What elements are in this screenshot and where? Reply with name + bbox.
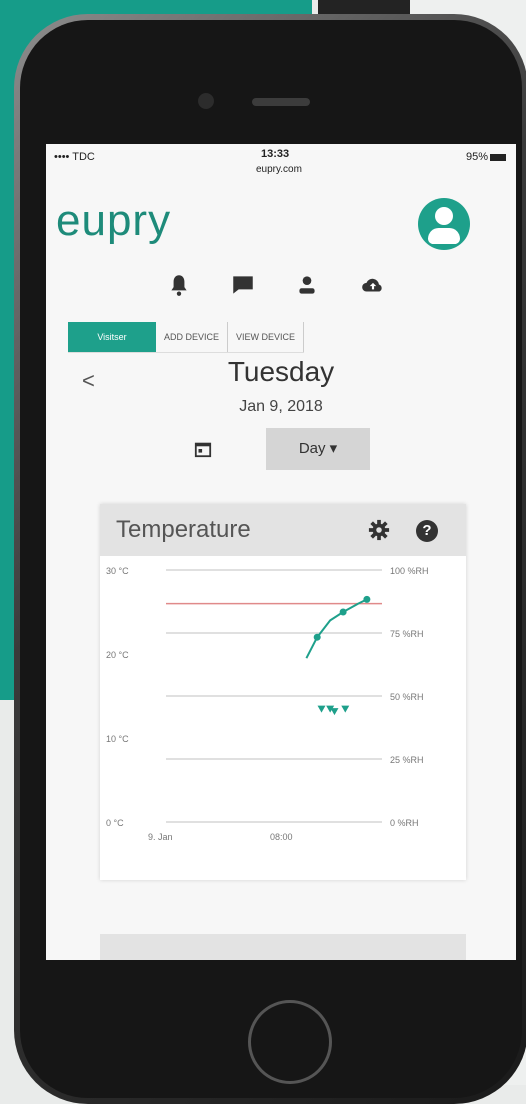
y-tick-label-right: 0 %RH — [390, 818, 419, 828]
chat-icon[interactable] — [230, 272, 256, 298]
carrier-label: •••• TDC — [54, 151, 95, 163]
x-tick-label: 08:00 — [270, 832, 293, 842]
home-button[interactable] — [248, 1000, 332, 1084]
back-arrow[interactable]: < — [82, 368, 95, 394]
tab-visitser[interactable]: Visitser — [68, 322, 156, 352]
gear-icon[interactable] — [368, 519, 390, 541]
tab-view-device[interactable]: VIEW DEVICE — [228, 322, 305, 352]
y-tick-label-right: 25 %RH — [390, 755, 424, 765]
calendar-icon[interactable] — [194, 440, 212, 458]
clock: 13:33 — [261, 148, 290, 160]
battery-indicator: 95% — [466, 151, 506, 163]
period-dropdown[interactable]: Day ▾ — [266, 428, 370, 470]
earpiece-speaker — [252, 98, 310, 106]
battery-percent: 95% — [465, 151, 488, 163]
battery-icon — [490, 153, 506, 161]
user-icon[interactable] — [294, 272, 320, 298]
temperature-point — [363, 595, 371, 603]
tab-bar: Visitser ADD DEVICE VIEW DEVICE — [68, 322, 305, 353]
bell-icon[interactable] — [166, 272, 192, 298]
tab-add-device[interactable]: ADD DEVICE — [156, 322, 229, 352]
y-tick-label-right: 50 %RH — [390, 692, 424, 702]
x-tick-label: 9. Jan — [148, 832, 173, 842]
background-dark-block — [318, 0, 410, 14]
icon-nav — [166, 272, 406, 302]
y-tick-label-left: 10 °C — [106, 734, 129, 744]
phone-screen: •••• TDC 13:33 eupry.com 95% eupry Visit… — [46, 144, 516, 960]
temperature-point — [339, 608, 347, 616]
y-tick-label-left: 20 °C — [106, 650, 129, 660]
help-icon[interactable]: ? — [416, 520, 438, 542]
date-label: Jan 9, 2018 — [239, 398, 323, 415]
humidity-marker — [341, 705, 350, 713]
y-tick-label-right: 100 %RH — [390, 566, 429, 576]
humidity-marker — [317, 705, 326, 713]
url-bar[interactable]: eupry.com — [256, 164, 302, 175]
status-bar: •••• TDC 13:33 eupry.com 95% — [46, 144, 516, 184]
temperature-chart: 30 °C 20 °C 10 °C 0 °C 100 %RH 75 %RH 50 %RH 25… — [106, 566, 429, 842]
y-tick-label-left: 0 °C — [106, 818, 124, 828]
next-card-header — [100, 934, 466, 960]
humidity-marker — [330, 708, 339, 716]
avatar-head — [435, 207, 453, 225]
eupry-logo[interactable]: eupry — [56, 196, 171, 246]
temperature-card: Temperature ? 30 °C 20 °C 10 °C 0 °C 100 %RH… — [100, 504, 466, 880]
y-tick-label-right: 75 %RH — [390, 629, 424, 639]
avatar-body — [428, 228, 460, 244]
cloud-upload-icon[interactable] — [360, 272, 386, 298]
card-title: Temperature — [116, 516, 251, 543]
y-tick-label-left: 30 °C — [106, 566, 129, 576]
front-camera — [198, 93, 214, 109]
temperature-line — [305, 598, 368, 659]
day-label: Tuesday — [227, 356, 335, 387]
temperature-point — [313, 633, 321, 641]
card-header: Temperature ? — [100, 504, 466, 556]
user-circle-icon[interactable] — [418, 198, 470, 250]
